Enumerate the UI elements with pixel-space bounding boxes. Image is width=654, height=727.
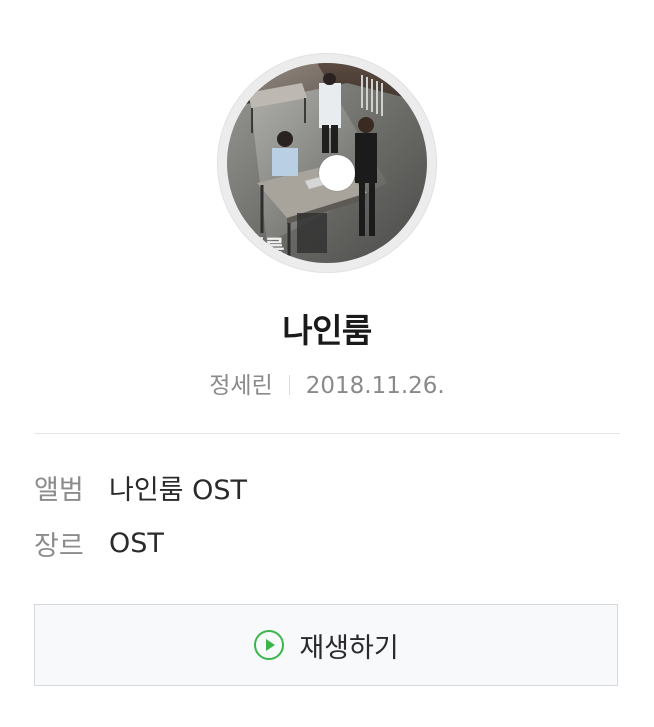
genre-info-row: 장르 OST xyxy=(34,523,164,563)
album-cover-watermark: 인룸 xyxy=(245,237,284,262)
genre-value: OST xyxy=(109,527,164,559)
play-button[interactable]: 재생하기 xyxy=(34,604,618,686)
genre-label: 장르 xyxy=(34,530,84,562)
release-date: 2018.11.26. xyxy=(305,373,445,399)
album-label: 앨범 xyxy=(34,474,84,506)
artist-name[interactable]: 정세린 xyxy=(209,373,272,399)
album-disc[interactable]: 인룸 xyxy=(217,53,437,273)
album-name-link[interactable]: 나인룸 OST xyxy=(109,468,247,507)
song-meta: 정세린 2018.11.26. xyxy=(0,366,654,400)
disc-center-hole xyxy=(319,155,355,191)
divider xyxy=(34,433,620,434)
play-button-label: 재생하기 xyxy=(299,632,399,664)
play-circle-icon xyxy=(253,629,285,661)
album-cover-image: 인룸 xyxy=(227,63,427,263)
meta-separator xyxy=(288,375,290,395)
song-title: 나인룸 xyxy=(282,311,372,350)
album-info-row: 앨범 나인룸 OST xyxy=(34,467,247,507)
